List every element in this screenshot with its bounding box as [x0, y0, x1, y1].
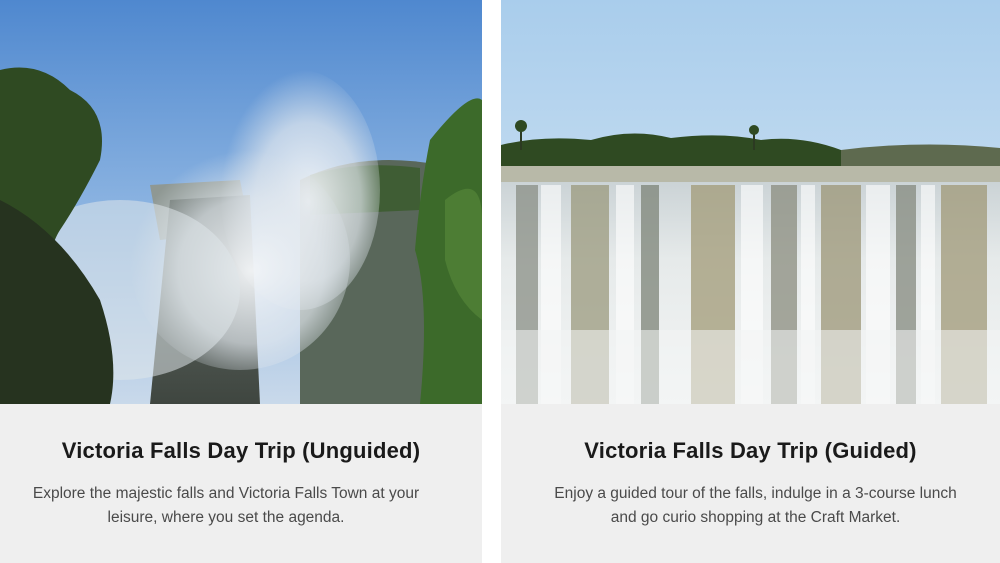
tour-photo-guided[interactable]: [501, 0, 1000, 404]
description-line: Enjoy a guided tour of the falls, indulg…: [554, 485, 957, 502]
tour-description-guided: Enjoy a guided tour of the falls, indulg…: [501, 482, 1000, 530]
tour-card-guided[interactable]: Victoria Falls Day Trip (Guided) Enjoy a…: [501, 0, 1000, 563]
description-line: Explore the majestic falls and Victoria …: [32, 485, 420, 502]
tour-photo-unguided[interactable]: [0, 0, 482, 404]
tour-cards: Victoria Falls Day Trip (Unguided) Explo…: [0, 0, 1000, 563]
tour-description-unguided: Explore the majestic falls and Victoria …: [0, 482, 482, 530]
tour-title-guided[interactable]: Victoria Falls Day Trip (Guided): [501, 438, 1000, 464]
tour-card-body: Victoria Falls Day Trip (Unguided) Explo…: [0, 404, 482, 563]
description-line: leisure, where you set the agenda.: [107, 509, 345, 526]
tour-card-unguided[interactable]: Victoria Falls Day Trip (Unguided) Explo…: [0, 0, 482, 563]
description-line: and go curio shopping at the Craft Marke…: [610, 509, 901, 526]
tour-title-unguided[interactable]: Victoria Falls Day Trip (Unguided): [0, 438, 482, 464]
tour-card-body: Victoria Falls Day Trip (Guided) Enjoy a…: [501, 404, 1000, 563]
